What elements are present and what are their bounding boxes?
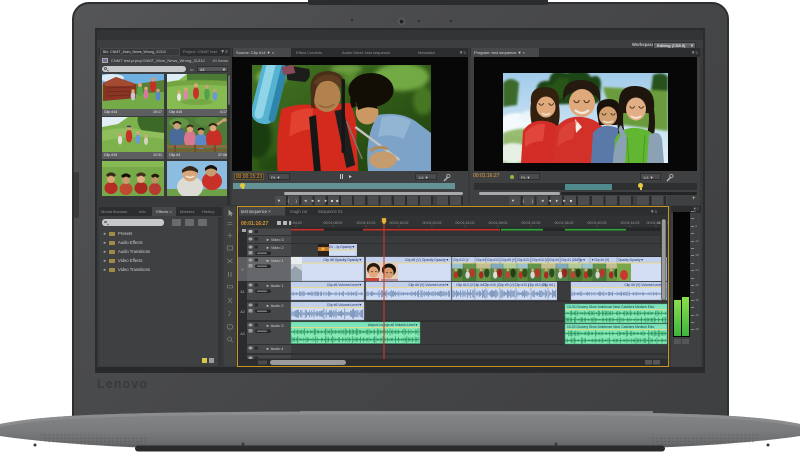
svg-text:► Video 2: ► Video 2 (266, 246, 284, 250)
svg-text:Clip #13 (: Clip #13 ( (487, 258, 502, 262)
svg-text:test sequence ×: test sequence × (241, 209, 271, 214)
svg-text:Clip #6 (V) Opacity:Opacity▼: Clip #6 (V) Opacity:Opacity▼ (405, 258, 449, 262)
svg-text:rough cut: rough cut (290, 209, 308, 214)
svg-text:ty▼: ty▼ (580, 258, 586, 262)
svg-text:► Video 3: ► Video 3 (266, 238, 284, 242)
svg-text:Clip #6 Volume:Level▼: Clip #6 Volume:Level▼ (327, 303, 362, 307)
svg-text:00:01:44:02: 00:01:44:02 (621, 221, 640, 225)
svg-text:► Audio 4: ► Audio 4 (266, 347, 283, 351)
svg-text:1:04:02: 1:04:02 (290, 221, 302, 225)
svg-text:00:01:20:02: 00:01:20:02 (423, 221, 442, 225)
svg-text:00:01:24:02: 00:01:24:02 (456, 221, 475, 225)
svg-text:Airport Lounge.aif Volume:Leve: Airport Lounge.aif Volume:Level▼ (368, 323, 418, 327)
svg-text:Clip #4 (: Clip #4 ( (542, 283, 555, 287)
svg-text:Clip #10 (: Clip #10 ( (483, 283, 498, 287)
svg-text:Clip #13 (: Clip #13 ( (517, 258, 532, 262)
svg-text:▼≡: ▼≡ (650, 209, 657, 214)
svg-text:00:01:32:02: 00:01:32:02 (522, 221, 541, 225)
svg-text:00:01:12:02: 00:01:12:02 (357, 221, 376, 225)
svg-text:Clip #9 (V): Clip #9 (V) (498, 283, 514, 287)
svg-text:00:01:28:02: 00:01:28:02 (489, 221, 508, 225)
svg-text:10-03 Grocery Store Ambience N: 10-03 Grocery Store Ambience Near Cashie… (567, 305, 655, 309)
svg-text:► Video 1: ► Video 1 (266, 259, 284, 263)
svg-text:00:01:36:02: 00:01:36:02 (555, 221, 574, 225)
svg-text:Clip #6 Opacity:Opacity▼: Clip #6 Opacity:Opacity▼ (323, 258, 362, 262)
svg-text:Clip #6 (V) Volume:Level▼: Clip #6 (V) Volume:Level▼ (624, 283, 665, 287)
svg-text:► Audio 2: ► Audio 2 (266, 304, 283, 308)
svg-text:Clip #9 (V): Clip #9 (V) (501, 258, 516, 262)
svg-text:A2: A2 (240, 310, 244, 314)
svg-text:00:01:40:02: 00:01:40:02 (588, 221, 607, 225)
svg-text:► Audio 1: ► Audio 1 (266, 284, 283, 288)
svg-text:Clip #6 (V) Volume:Level▼: Clip #6 (V) Volume:Level▼ (408, 283, 449, 287)
svg-text:A3: A3 (240, 332, 244, 336)
svg-text:Clip #13 (V: Clip #13 (V (453, 258, 470, 262)
svg-text:▼Clip #4 (V): ▼Clip #4 (V) (591, 258, 609, 262)
svg-text:Sequence 01: Sequence 01 (318, 209, 343, 214)
svg-text:00:01:16:02: 00:01:16:02 (390, 221, 409, 225)
svg-text:Clip #1 (2649): Clip #1 (2649) (561, 258, 581, 262)
svg-text:A1: A1 (240, 290, 244, 294)
svg-text:Clip #13 (V): Clip #13 (V) (532, 258, 549, 262)
svg-text:00:01:08:02: 00:01:08:02 (324, 221, 343, 225)
svg-text:00:01:16:27: 00:01:16:27 (241, 221, 268, 227)
svg-text:10-03 Grocery Store Ambience N: 10-03 Grocery Store Ambience Near Cashie… (567, 325, 655, 329)
svg-text:Clip #13 (V: Clip #13 (V (456, 283, 474, 287)
svg-text:► Audio 3: ► Audio 3 (266, 324, 283, 328)
svg-text:Opacity:Opacity▼: Opacity:Opacity▼ (618, 258, 644, 262)
svg-text:Clip #6 Volume:Level▼: Clip #6 Volume:Level▼ (327, 283, 362, 287)
svg-text:Clip #4: Clip #4 (476, 258, 486, 262)
